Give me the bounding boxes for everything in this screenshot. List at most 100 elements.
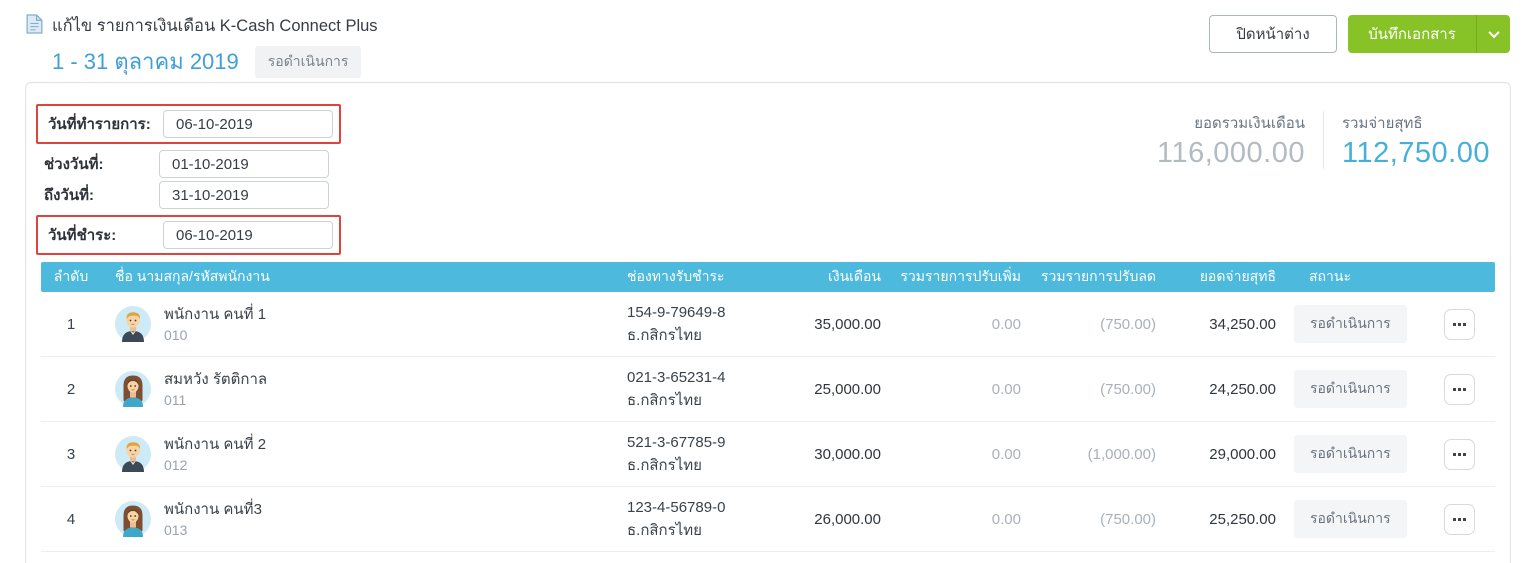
employee-code: 012 bbox=[164, 456, 188, 473]
employee-name: พนักงาน คนที่ 1 bbox=[164, 306, 267, 324]
row-more-button[interactable] bbox=[1444, 438, 1475, 470]
net-amount: 29,000.00 bbox=[1209, 445, 1276, 463]
employee-code: 011 bbox=[164, 391, 187, 408]
deductions-amount: (750.00) bbox=[1100, 315, 1156, 333]
bank-name: ธ.กสิกรไทย bbox=[627, 457, 702, 474]
payment-date-highlight: วันที่ชำระ: bbox=[36, 215, 341, 255]
payment-date-input[interactable] bbox=[163, 221, 333, 249]
additions-amount: 0.00 bbox=[991, 315, 1021, 333]
range-end-label: ถึงวันที่: bbox=[44, 187, 94, 204]
additions-amount: 0.00 bbox=[991, 510, 1021, 528]
col-header-number: ลำดับ bbox=[53, 268, 89, 284]
salary-amount: 35,000.00 bbox=[814, 315, 881, 333]
total-salary-block: ยอดรวมเงินเดือน 116,000.00 bbox=[1157, 111, 1305, 170]
payment-channel-cell: 123-4-56789-0 ธ.กสิกรไทย bbox=[619, 496, 789, 543]
deductions-amount: (750.00) bbox=[1100, 380, 1156, 398]
ellipsis-icon bbox=[1453, 452, 1466, 456]
bank-name: ธ.กสิกรไทย bbox=[627, 327, 702, 344]
net-amount: 24,250.00 bbox=[1209, 380, 1276, 398]
content-panel: วันที่ทำรายการ: ช่วงวันที่: ถึงวันที่: bbox=[25, 82, 1511, 563]
col-header-name: ชื่อ นามสกุล/รหัสพนักงาน bbox=[115, 268, 270, 284]
payment-channel-cell: 521-3-67785-9 ธ.กสิกรไทย bbox=[619, 431, 789, 478]
range-start-input[interactable] bbox=[159, 150, 329, 178]
salary-amount: 30,000.00 bbox=[814, 445, 881, 463]
status-badge: รอดำเนินการ bbox=[254, 45, 362, 78]
ellipsis-icon bbox=[1453, 322, 1466, 326]
row-number: 1 bbox=[66, 315, 76, 333]
period-label: 1 - 31 ตุลาคม 2019 bbox=[52, 49, 239, 74]
payment-channel-cell: 021-3-65231-4 ธ.กสิกรไทย bbox=[619, 366, 789, 413]
payment-channel-cell: 154-9-79649-8 ธ.กสิกรไทย bbox=[619, 301, 789, 348]
female-avatar bbox=[115, 501, 151, 537]
row-status-badge: รอดำเนินการ bbox=[1294, 370, 1407, 408]
employee-name: สมหวัง รัตติกาล bbox=[164, 371, 268, 389]
row-status-badge: รอดำเนินการ bbox=[1294, 500, 1407, 538]
payroll-table: ลำดับ ชื่อ นามสกุล/รหัสพนักงาน ช่องทางรั… bbox=[41, 262, 1495, 552]
save-document-button[interactable]: บันทึกเอกสาร bbox=[1348, 15, 1476, 53]
status-cell: รอดำเนินการ bbox=[1284, 500, 1424, 538]
col-header-channel: ช่องทางรับชำระ bbox=[627, 268, 725, 284]
employee-cell: พนักงาน คนที่3 013 bbox=[101, 499, 619, 539]
employee-cell: พนักงาน คนที่ 1 010 bbox=[101, 304, 619, 344]
total-net-block: รวมจ่ายสุทธิ 112,750.00 bbox=[1342, 111, 1490, 170]
payment-date-label: วันที่ชำระ: bbox=[48, 227, 117, 244]
account-number: 521-3-67785-9 bbox=[627, 433, 726, 451]
header-actions: ปิดหน้าต่าง บันทึกเอกสาร bbox=[1209, 15, 1510, 53]
table-body: 1 พนักงาน คนที่ 1 010 154-9-79649-8 ธ.กส… bbox=[41, 292, 1495, 552]
total-salary-label: ยอดรวมเงินเดือน bbox=[1194, 115, 1305, 132]
total-net-label: รวมจ่ายสุทธิ bbox=[1342, 115, 1423, 132]
summary-divider bbox=[1323, 111, 1324, 169]
col-header-deductions: รวมรายการปรับลด bbox=[1040, 268, 1156, 284]
transaction-date-input[interactable] bbox=[163, 110, 333, 138]
deductions-amount: (750.00) bbox=[1100, 510, 1156, 528]
transaction-date-label: วันที่ทำรายการ: bbox=[48, 116, 151, 133]
range-start-label: ช่วงวันที่: bbox=[44, 156, 104, 173]
row-number: 3 bbox=[66, 445, 76, 463]
save-split-button: บันทึกเอกสาร bbox=[1348, 15, 1510, 53]
male-avatar bbox=[115, 436, 151, 472]
row-status-badge: รอดำเนินการ bbox=[1294, 435, 1407, 473]
female-avatar bbox=[115, 371, 151, 407]
date-form: วันที่ทำรายการ: ช่วงวันที่: ถึงวันที่: bbox=[31, 104, 341, 260]
row-more-button[interactable] bbox=[1444, 373, 1475, 405]
employee-code: 013 bbox=[164, 521, 188, 538]
employee-cell: สมหวัง รัตติกาล 011 bbox=[101, 369, 619, 409]
status-cell: รอดำเนินการ bbox=[1284, 370, 1424, 408]
row-number: 4 bbox=[66, 510, 76, 528]
chevron-down-icon bbox=[1487, 26, 1500, 39]
total-salary-value: 116,000.00 bbox=[1157, 137, 1305, 169]
payroll-edit-page: แก้ไข รายการเงินเดือน K-Cash Connect Plu… bbox=[0, 0, 1536, 563]
col-header-salary: เงินเดือน bbox=[827, 268, 881, 284]
close-window-button[interactable]: ปิดหน้าต่าง bbox=[1209, 15, 1337, 53]
additions-amount: 0.00 bbox=[991, 380, 1021, 398]
employee-name: พนักงาน คนที่3 bbox=[164, 501, 262, 519]
salary-amount: 25,000.00 bbox=[814, 380, 881, 398]
col-header-net: ยอดจ่ายสุทธิ bbox=[1199, 268, 1276, 284]
bank-name: ธ.กสิกรไทย bbox=[627, 392, 702, 409]
status-cell: รอดำเนินการ bbox=[1284, 305, 1424, 343]
row-number: 2 bbox=[66, 380, 76, 398]
table-row: 1 พนักงาน คนที่ 1 010 154-9-79649-8 ธ.กส… bbox=[41, 292, 1495, 357]
table-row: 2 สมหวัง รัตติกาล 011 021-3-65231-4 ธ.กส… bbox=[41, 357, 1495, 422]
save-dropdown-button[interactable] bbox=[1476, 15, 1510, 53]
account-number: 123-4-56789-0 bbox=[627, 498, 726, 516]
status-cell: รอดำเนินการ bbox=[1284, 435, 1424, 473]
bank-name: ธ.กสิกรไทย bbox=[627, 522, 702, 539]
additions-amount: 0.00 bbox=[991, 445, 1021, 463]
net-amount: 25,250.00 bbox=[1209, 510, 1276, 528]
employee-code: 010 bbox=[164, 326, 188, 343]
table-header: ลำดับ ชื่อ นามสกุล/รหัสพนักงาน ช่องทางรั… bbox=[41, 262, 1495, 292]
net-amount: 34,250.00 bbox=[1209, 315, 1276, 333]
table-row: 4 พนักงาน คนที่3 013 123-4-56789-0 ธ.กสิ… bbox=[41, 487, 1495, 552]
row-status-badge: รอดำเนินการ bbox=[1294, 305, 1407, 343]
row-more-button[interactable] bbox=[1444, 308, 1475, 340]
document-icon bbox=[26, 13, 43, 39]
employee-cell: พนักงาน คนที่ 2 012 bbox=[101, 434, 619, 474]
totals-summary: ยอดรวมเงินเดือน 116,000.00 รวมจ่ายสุทธิ … bbox=[1157, 111, 1490, 170]
table-row: 3 พนักงาน คนที่ 2 012 521-3-67785-9 ธ.กส… bbox=[41, 422, 1495, 487]
male-avatar bbox=[115, 306, 151, 342]
range-end-input[interactable] bbox=[159, 181, 329, 209]
deductions-amount: (1,000.00) bbox=[1087, 445, 1156, 463]
page-title: แก้ไข รายการเงินเดือน K-Cash Connect Plu… bbox=[52, 17, 378, 35]
row-more-button[interactable] bbox=[1444, 503, 1475, 535]
